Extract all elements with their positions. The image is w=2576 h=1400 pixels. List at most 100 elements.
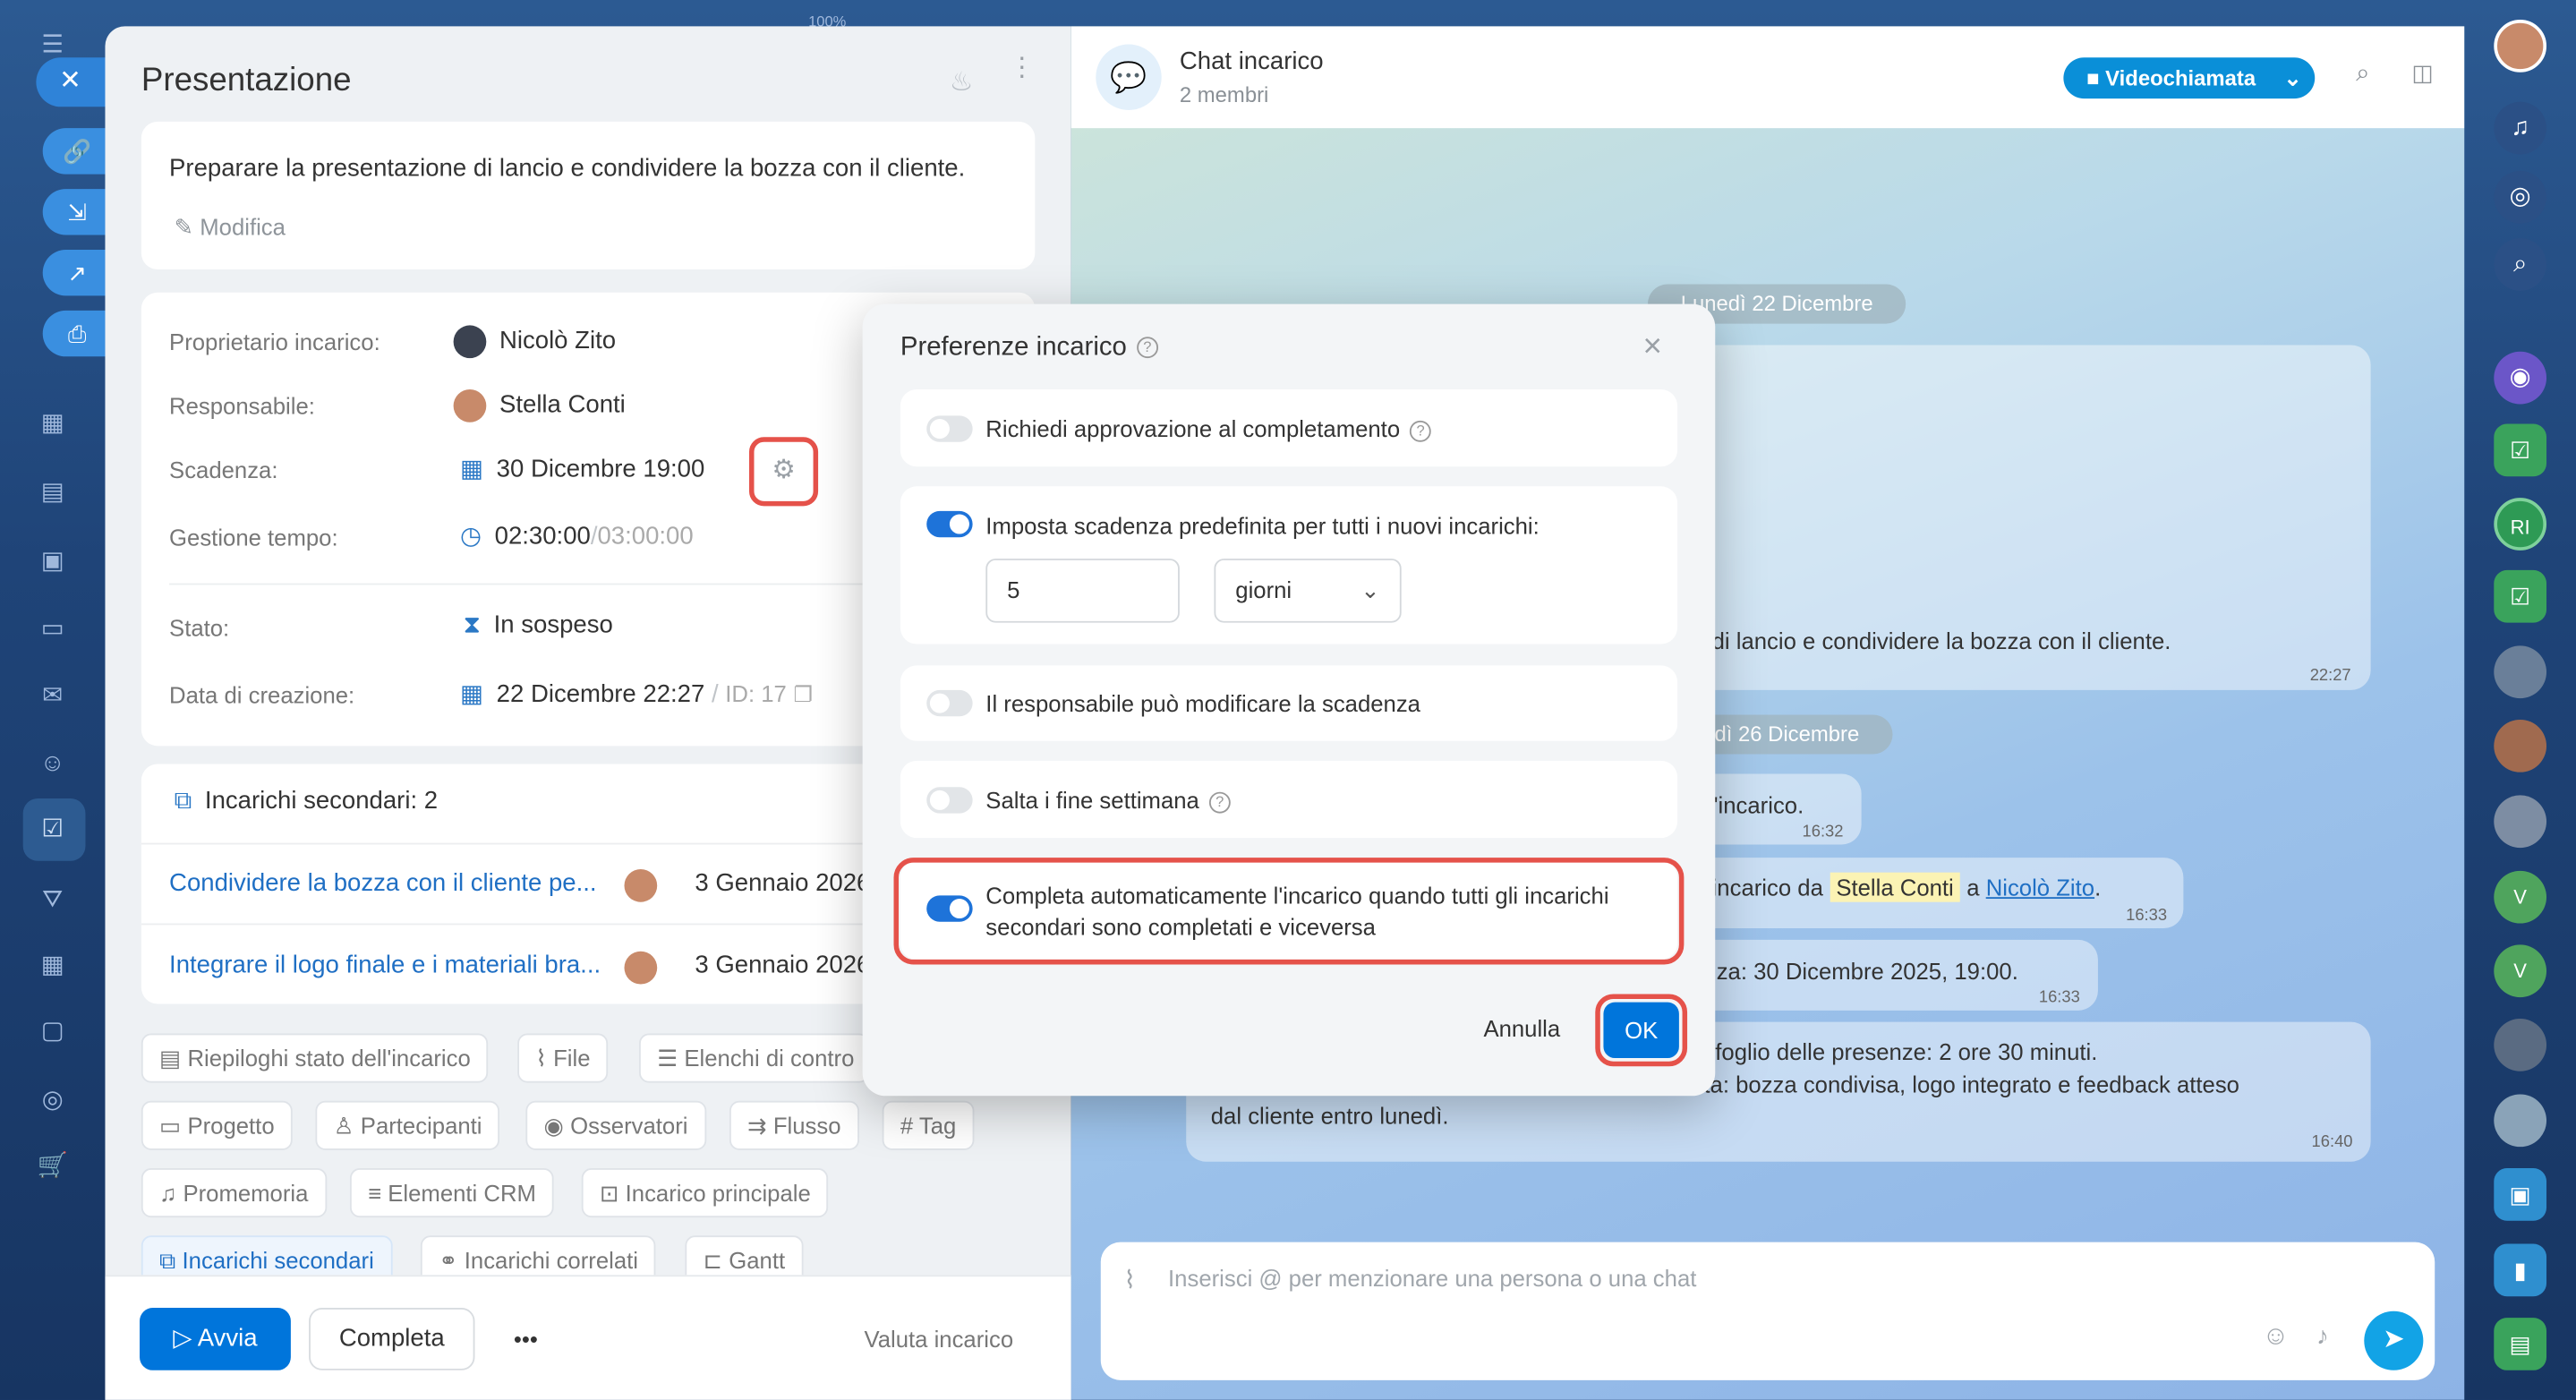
chip-label: Progetto: [187, 1112, 275, 1140]
rate-task-link[interactable]: Valuta incarico: [864, 1326, 1013, 1352]
chat-members[interactable]: 2 membri: [1180, 82, 1268, 107]
avatar-v[interactable]: V: [2494, 944, 2547, 998]
ok-button[interactable]: OK: [1603, 1002, 1679, 1059]
group-avatar[interactable]: [2494, 645, 2547, 699]
cart-icon[interactable]: 🛒: [36, 1150, 69, 1183]
download-icon[interactable]: ⇲: [42, 189, 106, 235]
chip-project[interactable]: ▭ Progetto: [141, 1100, 293, 1150]
chip-tag[interactable]: # Tag: [882, 1100, 975, 1150]
schedule-icon[interactable]: ▦: [36, 950, 69, 983]
emoji-icon[interactable]: ☺: [2262, 1323, 2289, 1353]
ai-assistant-icon[interactable]: ◉: [2494, 351, 2547, 405]
help-icon[interactable]: ?: [1136, 337, 1158, 359]
chip-crm[interactable]: ≡ Elementi CRM: [349, 1168, 555, 1218]
calendar-icon[interactable]: ▦: [36, 407, 69, 440]
contact-avatar[interactable]: [2494, 719, 2547, 773]
subtasks-icon: ⧉: [174, 787, 192, 815]
eye-icon: ◉: [543, 1112, 571, 1140]
search-chat-icon[interactable]: ⌕: [2494, 238, 2547, 291]
message-text: nza: 30 Dicembre 2025, 19:00.: [1703, 958, 2018, 985]
more-actions-button[interactable]: •••: [493, 1308, 559, 1370]
mention-stella[interactable]: Stella Conti: [1830, 872, 1961, 902]
chip-status-summary[interactable]: ▤ Riepiloghi stato dell'incarico: [141, 1033, 489, 1083]
print-icon[interactable]: ⎙: [42, 310, 106, 357]
external-link-icon[interactable]: ↗: [42, 249, 106, 296]
chip-reminders[interactable]: ♫ Promemoria: [141, 1168, 327, 1218]
flow-icon: ⇉: [747, 1112, 773, 1140]
chip-flow[interactable]: ⇉ Flusso: [729, 1100, 859, 1150]
presentation-icon[interactable]: ▣: [36, 545, 69, 578]
chip-parent-task[interactable]: ⊡ Incarico principale: [581, 1168, 829, 1218]
help-icon[interactable]: ?: [1208, 791, 1231, 814]
cancel-button[interactable]: Annulla: [1483, 1015, 1560, 1041]
task-chat-icon[interactable]: ☑: [2494, 423, 2547, 477]
task-chat-icon[interactable]: ☑: [2494, 569, 2547, 623]
card-icon[interactable]: ▭: [36, 613, 69, 646]
document-icon[interactable]: ▤: [36, 476, 69, 509]
deadline-label: Scadenza:: [169, 457, 278, 483]
message-time: 16:32: [1802, 823, 1844, 841]
search-icon[interactable]: ⌕: [2356, 59, 2369, 87]
chip-observers[interactable]: ◉ Osservatori: [525, 1100, 706, 1150]
flame-icon[interactable]: ♨: [950, 65, 973, 98]
help-icon[interactable]: ?: [1410, 420, 1432, 442]
contact-avatar[interactable]: [2494, 1019, 2547, 1071]
contact-avatar[interactable]: [2494, 1094, 2547, 1148]
bell-icon[interactable]: ♫: [2494, 101, 2547, 155]
funnel-icon[interactable]: ⛛: [36, 884, 69, 917]
owner-value[interactable]: Nicolò Zito: [453, 325, 616, 359]
copy-icon[interactable]: ❐: [794, 682, 813, 707]
close-icon[interactable]: ✕: [36, 57, 109, 107]
mention-nicolo[interactable]: Nicolò Zito: [1986, 874, 2094, 900]
calendar-icon: ▦: [459, 455, 483, 483]
chat-icon: 💬: [1096, 44, 1162, 110]
mail-icon[interactable]: ✉: [36, 680, 69, 713]
user-avatar[interactable]: [2494, 20, 2547, 73]
target-icon[interactable]: ◎: [36, 1084, 69, 1117]
chat-channel-icon[interactable]: ▣: [2494, 1168, 2547, 1221]
approval-label: Richiedi approvazione al completamento?: [985, 415, 1432, 442]
bookmark-icon[interactable]: ▮: [2494, 1243, 2547, 1297]
deadline-unit-select[interactable]: giorni ⌄: [1214, 559, 1402, 623]
deadline-settings-gear-icon[interactable]: ⚙: [748, 437, 819, 507]
avatar-v[interactable]: V: [2494, 870, 2547, 924]
chip-participants[interactable]: ♙ Partecipanti: [315, 1100, 500, 1150]
video-call-button[interactable]: ■ Videochiamata ⌄: [2063, 57, 2316, 99]
timer-icon: ◷: [459, 522, 482, 551]
notes-icon[interactable]: ▤: [2494, 1318, 2547, 1370]
contacts-icon[interactable]: ☺: [36, 747, 69, 781]
contact-avatar[interactable]: [2494, 795, 2547, 849]
option-assignee-edit: Il responsabile può modificare la scaden…: [900, 665, 1678, 741]
chip-label: Elenchi di contro: [684, 1045, 855, 1071]
copilot-icon[interactable]: ◎: [2494, 170, 2547, 224]
sidebar-toggle-icon[interactable]: ◫: [2412, 59, 2434, 87]
assignee-value[interactable]: Stella Conti: [453, 389, 626, 423]
edit-link[interactable]: ✎ Modifica: [175, 214, 286, 242]
chip-files[interactable]: ⌇ File: [517, 1033, 609, 1083]
approval-toggle[interactable]: [926, 415, 973, 442]
skip-weekends-toggle[interactable]: [926, 787, 973, 814]
tasks-icon: ☑: [41, 815, 64, 843]
paperclip-icon[interactable]: ⌇: [1123, 1265, 1135, 1294]
box-icon[interactable]: ▢: [36, 1015, 69, 1048]
subtask-link-2[interactable]: Integrare il logo finale e i materiali b…: [169, 952, 601, 979]
message-time: 22:27: [2309, 667, 2351, 686]
deadline-value[interactable]: ▦ 30 Dicembre 19:00: [459, 454, 704, 483]
deadline-amount-input[interactable]: 5: [985, 559, 1180, 623]
subtask-link-1[interactable]: Condividere la bozza con il cliente pe..…: [169, 869, 597, 897]
message-input[interactable]: Inserisci @ per menzionare una persona o…: [1168, 1265, 1696, 1291]
avatar: [624, 868, 658, 902]
send-button[interactable]: ➤: [2364, 1310, 2424, 1370]
message-time: 16:33: [2038, 988, 2080, 1008]
microphone-icon[interactable]: ♪: [2316, 1323, 2329, 1351]
assignee-edit-toggle[interactable]: [926, 689, 973, 717]
default-deadline-toggle[interactable]: [926, 510, 973, 538]
avatar-ri[interactable]: RI: [2494, 498, 2547, 551]
more-vertical-icon[interactable]: ⋮: [1009, 55, 1035, 81]
checklist-icon: ☰: [657, 1045, 685, 1071]
complete-button[interactable]: Completa: [309, 1308, 475, 1370]
link-icon[interactable]: 🔗: [42, 128, 106, 175]
start-button[interactable]: ▷ Avvia: [140, 1308, 291, 1370]
close-icon[interactable]: ×: [1643, 329, 1662, 366]
chip-checklists[interactable]: ☰ Elenchi di contro: [639, 1033, 869, 1083]
